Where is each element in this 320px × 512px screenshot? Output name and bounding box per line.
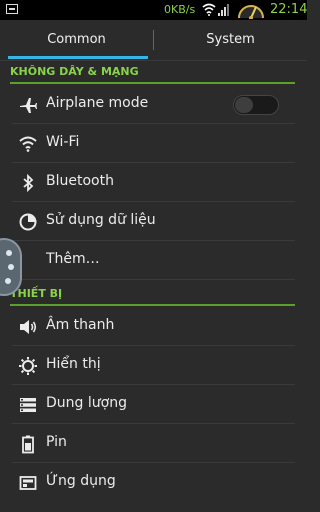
settings-item-label: Dung lượng <box>46 395 127 411</box>
section-header-wireless: KHÔNG DÂY & MẠNG <box>10 62 295 84</box>
apps-icon <box>19 476 37 490</box>
settings-item-label: Bluetooth <box>46 173 114 189</box>
floating-assistant-widget[interactable] <box>0 238 22 296</box>
settings-item-apps[interactable]: Ứng dụng <box>12 463 295 502</box>
settings-item-more[interactable]: Thêm… <box>12 241 295 280</box>
notification-icon <box>6 4 18 14</box>
wifi-icon <box>19 136 37 152</box>
settings-item-data-usage[interactable]: Sử dụng dữ liệu <box>12 202 295 241</box>
settings-item-bluetooth[interactable]: Bluetooth <box>12 163 295 202</box>
data-usage-icon <box>19 213 37 231</box>
settings-item-label: Airplane mode <box>46 95 149 111</box>
tab-selected-indicator <box>8 56 148 59</box>
brightness-icon <box>19 357 37 375</box>
settings-item-display[interactable]: Hiển thị <box>12 346 295 385</box>
status-bar: 0KB/s 22:14 <box>0 0 307 20</box>
tab-bar: Common System <box>0 20 307 61</box>
bluetooth-icon <box>23 173 34 193</box>
settings-item-label: Wi-Fi <box>46 134 80 150</box>
settings-item-sound[interactable]: Âm thanh <box>12 307 295 346</box>
settings-item-battery[interactable]: Pin <box>12 424 295 463</box>
airplane-icon <box>20 98 37 113</box>
speed-gauge-icon <box>238 5 264 19</box>
airplane-mode-toggle[interactable] <box>233 95 279 115</box>
settings-item-label: Thêm… <box>46 251 100 267</box>
settings-item-label: Âm thanh <box>46 317 115 333</box>
storage-icon <box>20 398 36 412</box>
clock: 22:14 <box>270 2 308 17</box>
settings-item-label: Ứng dụng <box>46 473 116 489</box>
tab-system[interactable]: System <box>154 20 307 60</box>
network-speed: 0KB/s <box>164 3 196 16</box>
settings-item-label: Sử dụng dữ liệu <box>46 212 156 228</box>
settings-item-storage[interactable]: Dung lượng <box>12 385 295 424</box>
cell-signal-icon <box>218 4 229 16</box>
section-header-device: THIẾT BỊ <box>10 284 295 306</box>
settings-item-wifi[interactable]: Wi-Fi <box>12 124 295 163</box>
wifi-signal-icon <box>202 3 216 16</box>
speaker-icon <box>20 320 37 334</box>
battery-icon <box>22 435 34 454</box>
tab-common[interactable]: Common <box>0 20 153 60</box>
settings-item-label: Pin <box>46 434 67 450</box>
settings-item-label: Hiển thị <box>46 356 101 372</box>
settings-item-airplane-mode[interactable]: Airplane mode <box>12 85 295 124</box>
